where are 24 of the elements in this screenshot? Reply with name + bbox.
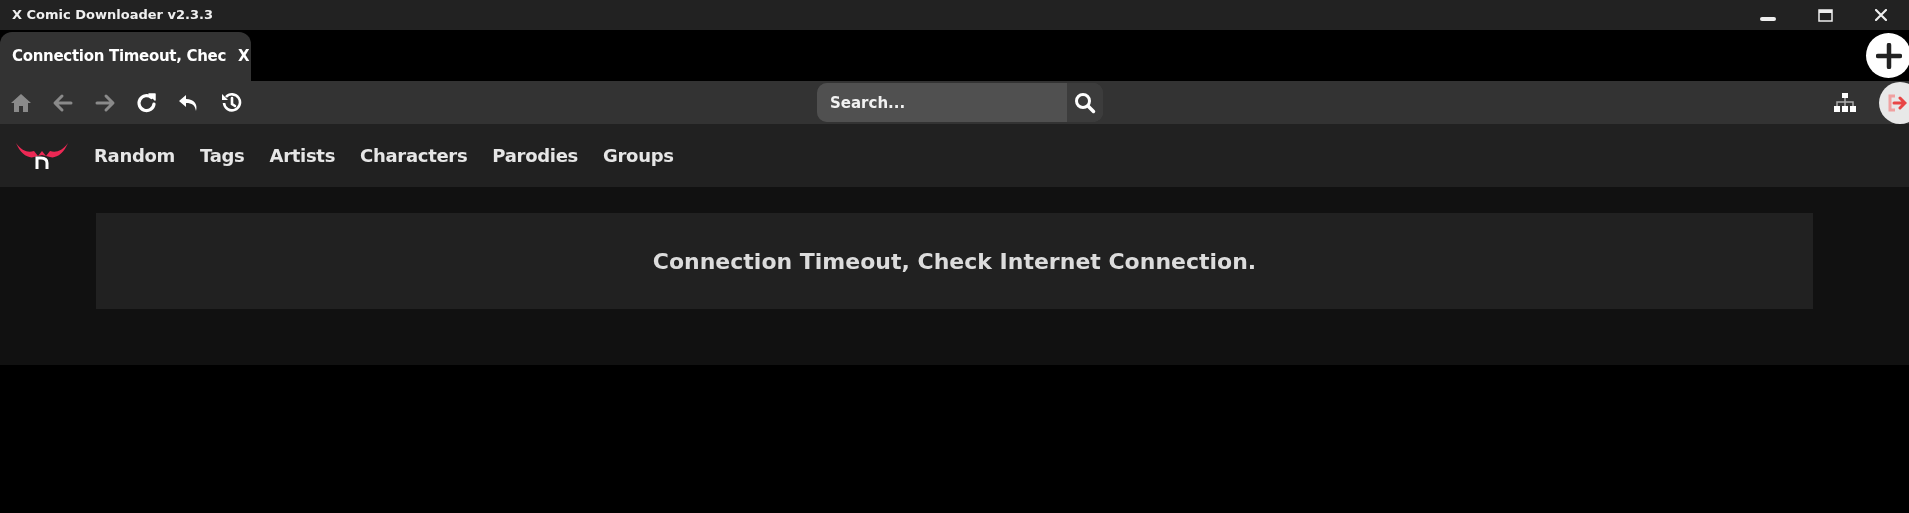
- history-icon[interactable]: [220, 91, 242, 114]
- nav-link[interactable]: Groups: [603, 142, 674, 169]
- sitemap-icon[interactable]: [1834, 93, 1856, 113]
- search-button[interactable]: [1067, 83, 1103, 122]
- search-field[interactable]: Search...: [817, 83, 1067, 122]
- nav-link[interactable]: Random: [94, 142, 176, 169]
- search-icon: [1074, 91, 1096, 114]
- minimize-icon[interactable]: [1760, 16, 1776, 22]
- window-title: X Comic Downloader v2.3.3: [12, 6, 213, 25]
- tab[interactable]: Connection Timeout, Chec X: [0, 32, 251, 81]
- logout-button[interactable]: [1879, 82, 1909, 124]
- maximize-icon[interactable]: [1818, 8, 1833, 22]
- tab-label: Connection Timeout, Chec: [12, 46, 227, 68]
- nav-link[interactable]: Tags: [200, 142, 245, 169]
- nav-link[interactable]: Artists: [269, 142, 336, 169]
- close-icon[interactable]: [1875, 9, 1887, 21]
- nav-link[interactable]: Characters: [360, 142, 468, 169]
- plus-icon: [1875, 42, 1902, 69]
- tab-close-button[interactable]: X: [238, 45, 250, 68]
- reload-icon[interactable]: [136, 91, 158, 114]
- nav-link[interactable]: Parodies: [492, 142, 579, 169]
- error-message: Connection Timeout, Check Internet Connection.: [652, 247, 1257, 276]
- logout-icon: [1887, 94, 1907, 112]
- new-tab-button[interactable]: [1866, 33, 1909, 78]
